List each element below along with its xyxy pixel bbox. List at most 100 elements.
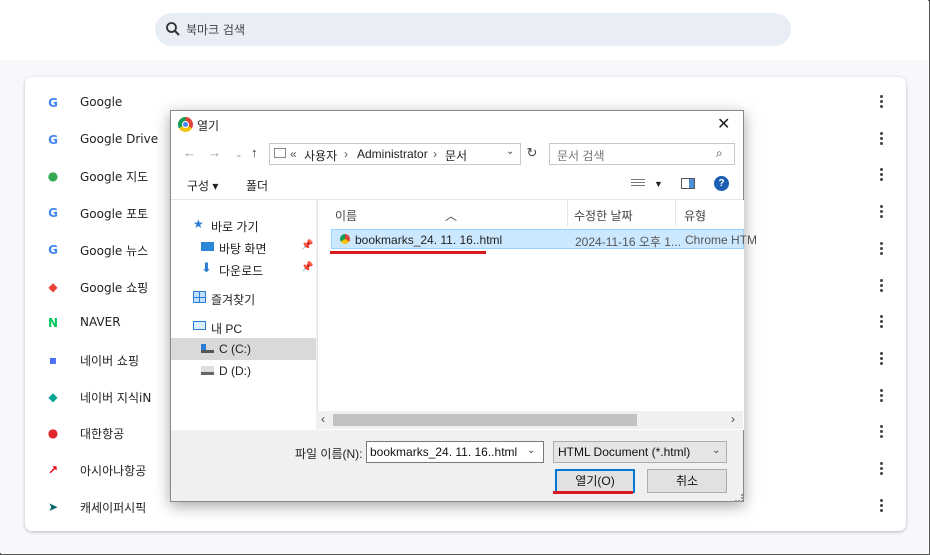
bookmark-label: 아시아나항공 xyxy=(80,464,147,478)
more-vert-icon[interactable] xyxy=(873,387,889,407)
open-file-dialog: 열기 ✕ ← → ⌄ ↑ « 사용자 › Administrator › 문서 … xyxy=(170,110,757,502)
bookmark-label: Google 지도 xyxy=(80,170,149,185)
open-button[interactable]: 열기(O) xyxy=(555,469,635,493)
scroll-left-icon[interactable]: ‹ xyxy=(321,412,325,426)
address-bar[interactable]: « 사용자 › Administrator › 문서 ⌄ xyxy=(269,143,521,165)
sort-ascending-icon: ︿ xyxy=(445,209,458,223)
bookmark-label: Google Drive xyxy=(80,131,159,146)
annotation-underline xyxy=(330,251,486,254)
column-name-header[interactable]: 이름 xyxy=(335,207,357,224)
refresh-icon[interactable]: ↻ xyxy=(523,144,541,162)
filetype-value: HTML Document (*.html) xyxy=(558,445,691,459)
more-vert-icon[interactable] xyxy=(873,497,889,517)
horizontal-scrollbar[interactable]: ‹ › xyxy=(317,411,743,429)
close-icon[interactable]: ✕ xyxy=(717,114,730,134)
bookmark-label: 네이버 지식iN xyxy=(80,390,152,405)
cathay-icon: ➤ xyxy=(47,499,59,514)
more-vert-icon[interactable] xyxy=(873,350,889,370)
view-options-icon[interactable] xyxy=(631,179,645,189)
filename-label: 파일 이름(N): xyxy=(295,447,363,461)
file-row[interactable]: bookmarks_24. 11. 16..html 2024-11-16 오후… xyxy=(331,229,757,249)
bookmark-search-input[interactable]: 북마크 검색 xyxy=(155,13,791,46)
more-vert-icon[interactable] xyxy=(873,313,889,333)
column-modified-header[interactable]: 수정한 날짜 xyxy=(574,207,633,224)
file-type: Chrome HTM xyxy=(685,233,758,247)
chevron-down-icon[interactable]: ⌄ xyxy=(527,445,535,456)
more-vert-icon[interactable] xyxy=(873,277,889,297)
breadcrumb-separator: › xyxy=(344,147,348,161)
navigation-pane: ★ 바로 가기 바탕 화면 📌 ⬇ 다운로드 📌 즐겨찾기 내 PC C (C:… xyxy=(171,200,316,430)
dialog-footer: 파일 이름(N): bookmarks_24. 11. 16..html ⌄ H… xyxy=(171,431,743,501)
more-vert-icon[interactable] xyxy=(873,130,889,150)
folder-icon xyxy=(274,148,286,158)
search-placeholder: 북마크 검색 xyxy=(186,23,246,37)
more-vert-icon[interactable] xyxy=(873,423,889,443)
search-icon xyxy=(166,22,180,36)
google-icon: G xyxy=(48,206,58,221)
nav-quick-access[interactable]: ★ 바로 가기 xyxy=(171,214,316,236)
column-divider[interactable] xyxy=(675,200,676,226)
cancel-button[interactable]: 취소 xyxy=(647,469,727,493)
column-type-header[interactable]: 유형 xyxy=(684,207,706,224)
recent-locations-chevron-icon[interactable]: ⌄ xyxy=(235,149,243,160)
breadcrumb-users[interactable]: 사용자 xyxy=(304,147,337,164)
chevron-down-icon: ⌄ xyxy=(712,445,721,456)
chevron-down-icon[interactable]: ⌄ xyxy=(506,146,514,157)
breadcrumb-administrator[interactable]: Administrator xyxy=(357,147,428,161)
help-icon[interactable]: ? xyxy=(714,176,729,191)
nav-downloads[interactable]: ⬇ 다운로드 📌 xyxy=(171,258,316,280)
file-modified: 2024-11-16 오후 1... xyxy=(575,235,681,249)
naver-kin-icon: ◆ xyxy=(48,389,58,404)
bookmark-label: 네이버 쇼핑 xyxy=(80,353,140,368)
bookmark-label: NAVER xyxy=(80,315,121,330)
file-list-pane: ︿ 이름 수정한 날짜 유형 bookmarks_24. 11. 16..htm… xyxy=(317,200,757,430)
bookmark-label: 캐세이퍼시픽 xyxy=(80,500,147,515)
dialog-titlebar: 열기 ✕ xyxy=(171,111,743,139)
column-divider[interactable] xyxy=(567,200,568,226)
dialog-title: 열기 xyxy=(197,119,220,133)
star-icon: ★ xyxy=(193,217,204,231)
more-vert-icon[interactable] xyxy=(873,203,889,223)
view-dropdown-icon[interactable]: ▼ xyxy=(654,179,663,189)
nav-desktop[interactable]: 바탕 화면 📌 xyxy=(171,236,316,258)
pin-icon: 📌 xyxy=(301,262,314,273)
korean-air-icon: ● xyxy=(47,426,59,441)
more-vert-icon[interactable] xyxy=(873,93,889,113)
chrome-icon xyxy=(178,117,193,132)
google-icon: G xyxy=(48,96,58,110)
desktop-icon xyxy=(201,242,214,251)
windows-drive-icon xyxy=(201,344,214,353)
naver-shopping-icon: ▪ xyxy=(48,352,58,367)
back-arrow-icon[interactable]: ← xyxy=(183,145,196,160)
more-vert-icon[interactable] xyxy=(873,166,889,186)
bookmark-label: Google xyxy=(80,95,123,109)
download-icon: ⬇ xyxy=(201,260,212,275)
up-arrow-icon[interactable]: ↑ xyxy=(251,145,258,160)
file-name: bookmarks_24. 11. 16..html xyxy=(355,233,503,247)
annotation-underline xyxy=(553,491,633,494)
forward-arrow-icon[interactable]: → xyxy=(208,145,221,160)
filename-input[interactable]: bookmarks_24. 11. 16..html ⌄ xyxy=(366,441,544,463)
more-vert-icon[interactable] xyxy=(873,460,889,480)
breadcrumb-documents[interactable]: 문서 xyxy=(445,147,467,164)
scroll-right-icon[interactable]: › xyxy=(731,412,735,426)
more-vert-icon[interactable] xyxy=(873,240,889,260)
preview-pane-icon[interactable] xyxy=(681,178,695,189)
new-folder-button[interactable]: 폴더 xyxy=(246,177,268,194)
chrome-html-file-icon xyxy=(340,234,350,244)
bookmark-label: 대한항공 xyxy=(80,427,125,442)
filetype-select[interactable]: HTML Document (*.html) ⌄ xyxy=(553,441,727,463)
resize-grip[interactable] xyxy=(735,494,743,502)
organize-menu[interactable]: 구성 ▾ xyxy=(187,177,218,194)
nav-drive-d[interactable]: D (D:) xyxy=(171,360,316,382)
nav-favorites[interactable]: 즐겨찾기 xyxy=(171,287,316,309)
nav-drive-c[interactable]: C (C:) xyxy=(171,338,316,360)
google-icon: G xyxy=(48,132,58,147)
nav-this-pc[interactable]: 내 PC xyxy=(171,316,316,338)
breadcrumb-overflow[interactable]: « xyxy=(290,147,297,161)
scrollbar-thumb[interactable] xyxy=(333,414,637,426)
folder-search-input[interactable]: 문서 검색 ⌕ xyxy=(549,143,735,165)
google-shopping-icon: ◆ xyxy=(48,279,58,294)
naver-icon: N xyxy=(47,316,59,331)
filename-value: bookmarks_24. 11. 16..html xyxy=(370,445,518,459)
